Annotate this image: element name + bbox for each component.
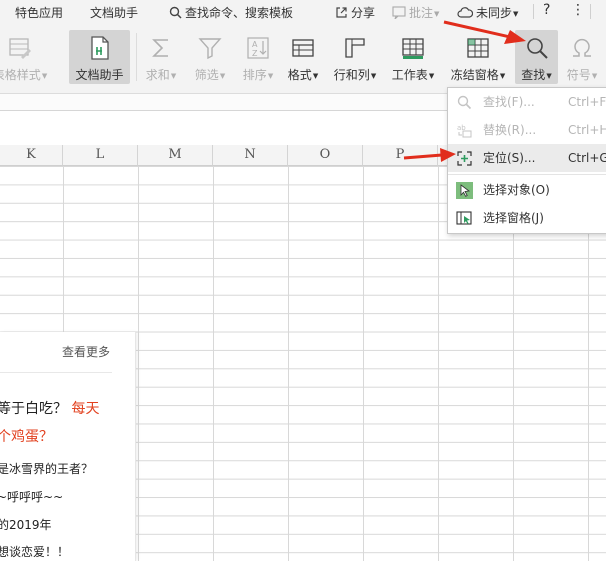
symbol-button[interactable]: 符号▼ <box>562 30 602 84</box>
news-divider <box>0 372 112 373</box>
search-icon <box>169 6 182 19</box>
filter-label: 筛选 <box>194 68 219 82</box>
column-header-k[interactable]: K <box>0 145 63 166</box>
sigma-icon <box>152 39 168 57</box>
ribbon-divider <box>136 33 137 81</box>
omega-icon <box>573 38 591 57</box>
column-header-n[interactable]: N <box>213 145 288 166</box>
search-icon <box>457 95 472 110</box>
sum-button[interactable]: 求和▼ <box>141 30 181 84</box>
menu-item-replace-label: 替换(R)... <box>483 123 537 137</box>
cloud-icon <box>457 7 473 18</box>
rows-cols-button[interactable]: 行和列▼ <box>330 30 380 84</box>
cursor-icon <box>456 182 473 199</box>
view-more-link[interactable]: 查看更多 <box>62 343 110 360</box>
menu-item-selection-pane-label: 选择窗格(J) <box>483 211 544 225</box>
menu-item-select-objects[interactable]: 选择对象(O) <box>448 176 606 204</box>
menu-divider <box>590 4 591 19</box>
symbol-label: 符号 <box>566 68 591 82</box>
share-label: 分享 <box>351 6 376 20</box>
news-item-4[interactable]: 想谈恋爱！！ <box>0 543 69 560</box>
menu-bar: 特色应用 文档助手 查找命令、搜索模板 分享 批注▼ 未同步▼ ? ⋮ <box>0 0 606 23</box>
column-header-l[interactable]: L <box>63 145 138 166</box>
filter-button[interactable]: 筛选▼ <box>189 30 231 84</box>
share-icon <box>336 7 347 18</box>
freeze-panes-label: 冻结窗格 <box>450 68 499 82</box>
news-panel: 查看更多 等于白吃？ 每天 个鸡蛋？ 是冰雪界的王者？ ~呼呼呼~~ 的2019… <box>0 332 136 561</box>
table-style-button[interactable]: 表格样式▼ <box>0 30 50 84</box>
table-style-label: 表格样式 <box>0 68 41 82</box>
worksheet-icon <box>402 38 424 59</box>
news-item-2[interactable]: ~呼呼呼~~ <box>0 488 63 505</box>
menu-item-goto-label: 定位(S)... <box>483 151 536 165</box>
doc-assistant-label: 文档助手 <box>75 68 124 82</box>
menu-special-apps[interactable]: 特色应用 <box>15 4 63 21</box>
news-headline-1-highlight: 每天 <box>71 401 100 417</box>
find-button[interactable]: 查找▼ <box>515 30 558 84</box>
column-header-o[interactable]: O <box>288 145 363 166</box>
news-headline-1[interactable]: 等于白吃？ 每天 <box>0 398 99 418</box>
command-search[interactable]: 查找命令、搜索模板 <box>169 4 293 21</box>
selection-pane-icon <box>456 211 472 225</box>
help-icon[interactable]: ? <box>543 2 550 18</box>
sort-button[interactable]: AZ 排序▼ <box>237 30 279 84</box>
menu-doc-assistant[interactable]: 文档助手 <box>90 4 138 21</box>
funnel-icon <box>198 38 222 60</box>
target-icon <box>457 151 472 166</box>
column-header-m[interactable]: M <box>138 145 213 166</box>
freeze-panes-icon <box>467 38 489 58</box>
doc-assistant-icon <box>90 36 109 60</box>
menu-divider <box>533 4 534 19</box>
menu-item-replace-shortcut: Ctrl+H <box>568 123 606 137</box>
format-button[interactable]: 格式▼ <box>283 30 323 84</box>
ribbon-toolbar: 表格样式▼ 文档助手 求和▼ 筛选▼ AZ 排序▼ 格式▼ 行和列▼ 工作表▼ … <box>0 23 606 94</box>
column-header-p[interactable]: P <box>363 145 438 166</box>
format-label: 格式 <box>287 68 312 82</box>
svg-text:A: A <box>252 40 258 49</box>
menu-item-goto[interactable]: 定位(S)... Ctrl+G <box>448 144 606 172</box>
menu-item-goto-shortcut: Ctrl+G <box>568 151 606 165</box>
worksheet-label: 工作表 <box>391 68 428 82</box>
menu-item-find[interactable]: 查找(F)... Ctrl+F <box>448 88 606 116</box>
sort-label: 排序 <box>242 68 267 82</box>
menu-item-find-label: 查找(F)... <box>483 95 535 109</box>
rows-cols-label: 行和列 <box>333 68 370 82</box>
freeze-panes-button[interactable]: 冻结窗格▼ <box>445 30 511 84</box>
sort-icon: AZ <box>247 37 269 59</box>
rows-cols-icon <box>345 38 365 58</box>
worksheet-button[interactable]: 工作表▼ <box>386 30 440 84</box>
news-item-1[interactable]: 是冰雪界的王者？ <box>0 460 93 477</box>
more-options-icon[interactable]: ⋮ <box>571 2 585 18</box>
share-button[interactable]: 分享 <box>335 4 375 21</box>
menu-item-find-shortcut: Ctrl+F <box>568 95 606 109</box>
replace-icon: ab <box>457 124 472 138</box>
svg-text:Z: Z <box>252 49 258 58</box>
doc-assistant-button[interactable]: 文档助手 <box>69 30 130 84</box>
sync-status[interactable]: 未同步▼ <box>457 4 518 21</box>
news-headline-1-text: 等于白吃？ <box>0 401 67 417</box>
magnifier-icon <box>526 38 548 59</box>
find-label: 查找 <box>521 68 546 82</box>
sum-label: 求和 <box>145 68 170 82</box>
menu-item-select-objects-label: 选择对象(O) <box>483 183 550 197</box>
annotate-button[interactable]: 批注▼ <box>392 4 439 21</box>
table-style-icon <box>9 38 31 59</box>
find-dropdown-menu: 查找(F)... Ctrl+F ab 替换(R)... Ctrl+H 定位(S)… <box>447 87 606 234</box>
news-headline-2[interactable]: 个鸡蛋？ <box>0 426 53 446</box>
menu-item-replace[interactable]: ab 替换(R)... Ctrl+H <box>448 116 606 144</box>
sync-status-label: 未同步 <box>476 6 513 20</box>
annotate-icon <box>392 6 406 19</box>
annotate-label: 批注 <box>409 6 434 20</box>
news-item-3[interactable]: 的2019年 <box>0 516 52 533</box>
menu-item-selection-pane[interactable]: 选择窗格(J) <box>448 204 606 232</box>
command-search-label: 查找命令、搜索模板 <box>185 6 294 20</box>
format-icon <box>292 39 314 57</box>
menu-separator <box>448 174 606 175</box>
